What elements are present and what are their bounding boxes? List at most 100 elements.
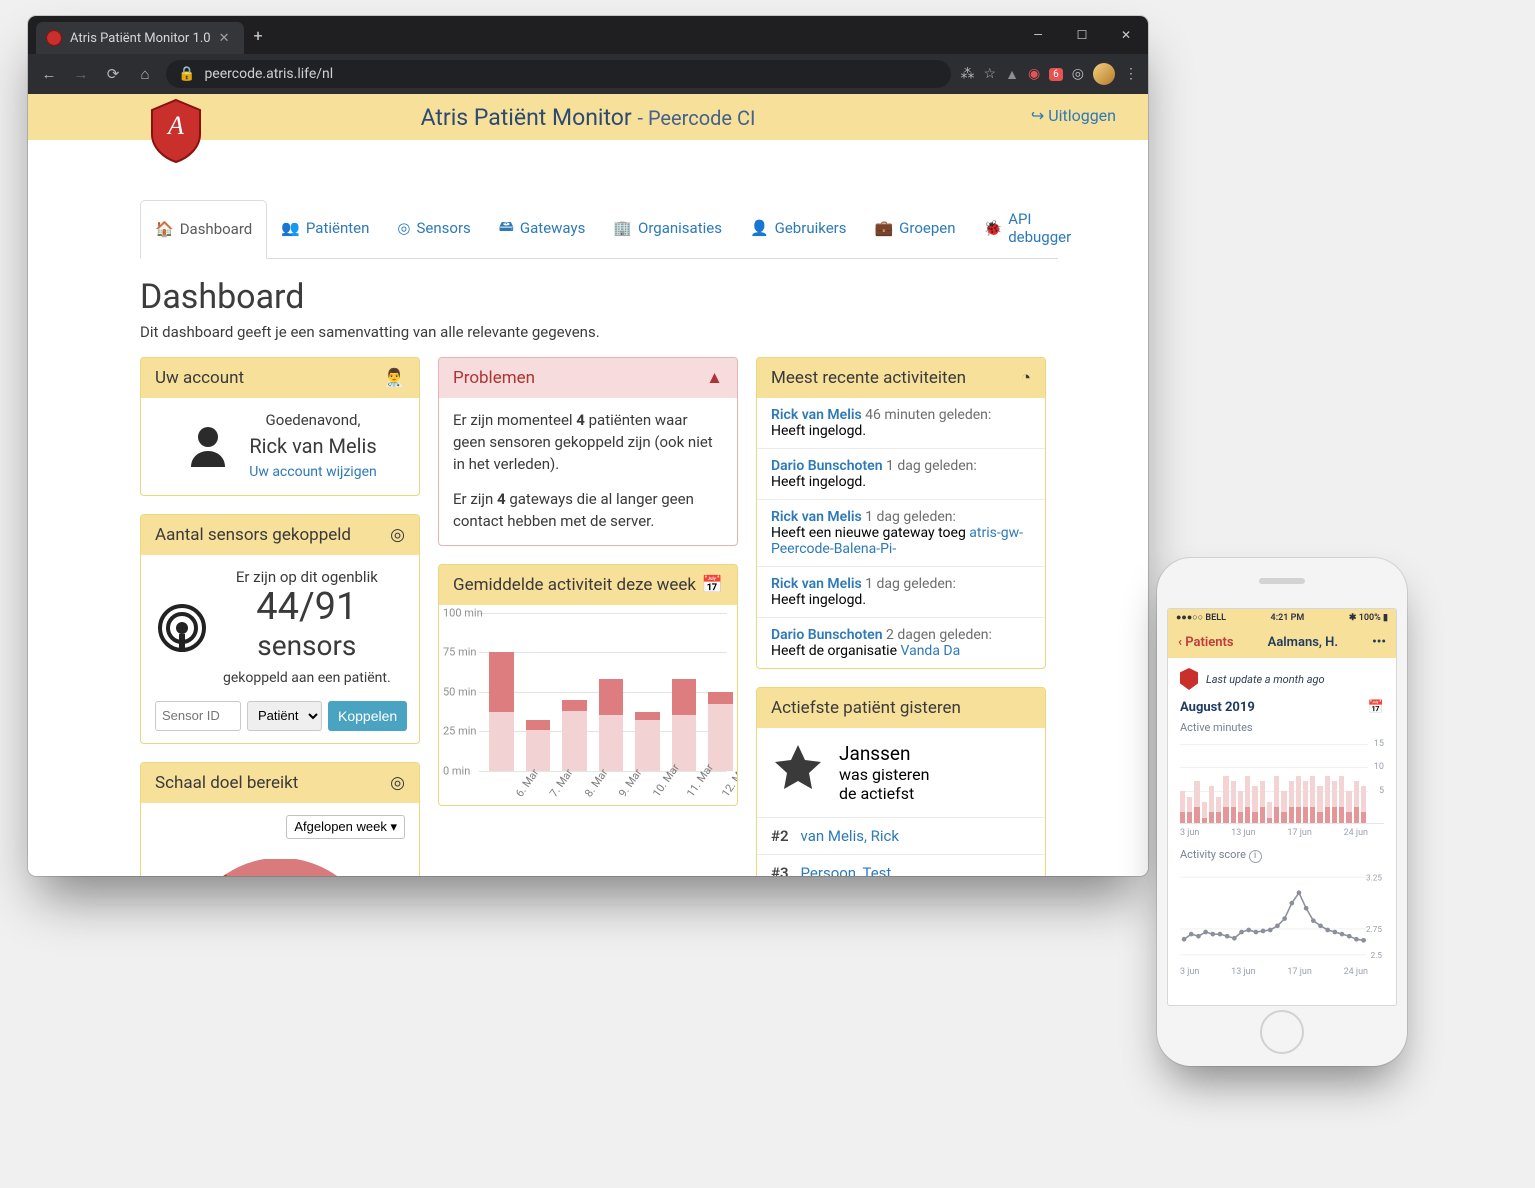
- tab-api-debugger[interactable]: 🐞API debugger: [970, 200, 1086, 258]
- patient-select[interactable]: Patiënt: [247, 701, 322, 731]
- tab-sensors[interactable]: ◎Sensors: [383, 200, 484, 258]
- new-tab-button[interactable]: +: [254, 26, 263, 45]
- tab-strip: Atris Patiënt Monitor 1.0 ✕ + — ☐ ✕: [28, 16, 1148, 54]
- rank-item[interactable]: #3Persoon, Test: [757, 854, 1045, 876]
- header-subtitle: Peercode CI: [648, 106, 755, 130]
- app-header: A Atris Patiënt Monitor - Peercode CI ↪ …: [28, 94, 1148, 140]
- rank-item[interactable]: #2van Melis, Rick: [757, 817, 1045, 854]
- tab-favicon: [46, 30, 62, 46]
- last-update-badge: Last update a month ago: [1180, 668, 1384, 690]
- page-subtitle: Dit dashboard geeft je een samenvatting …: [140, 323, 1058, 341]
- phone-status-bar: ●●●○○ BELL 4:21 PM ✱ 100% ▮: [1168, 609, 1396, 626]
- activity-item: Dario Bunschoten 2 dagen geleden:Heeft d…: [757, 617, 1045, 668]
- gauge-icon: 🏠: [155, 220, 174, 238]
- tab-gateways[interactable]: 🖴Gateways: [485, 200, 600, 258]
- bug-icon: 🐞: [984, 219, 1003, 237]
- header-title: Atris Patiënt Monitor: [421, 104, 632, 131]
- activity-item: Rick van Melis 1 dag geleden:Heeft ingel…: [757, 566, 1045, 617]
- calendar-icon: 📅: [702, 575, 723, 595]
- panel-goal: Schaal doel bereikt◎ Afgelopen week ▾ Ne…: [140, 762, 420, 876]
- target-icon: ◎: [390, 773, 405, 793]
- server-icon: 🖴: [499, 216, 514, 241]
- office-icon: 🏢: [613, 219, 632, 237]
- tab-groups[interactable]: 💼Groepen: [860, 200, 969, 258]
- tab-dashboard[interactable]: 🏠Dashboard: [140, 200, 267, 259]
- browser-nav-bar: ← → ⟳ ⌂ 🔒 peercode.atris.life/nl ⁂ ☆ ▲ ◉…: [28, 54, 1148, 94]
- browser-tab[interactable]: Atris Patiënt Monitor 1.0 ✕: [36, 22, 244, 54]
- svg-text:3.25: 3.25: [1366, 872, 1382, 882]
- doctor-avatar-icon: [183, 421, 233, 471]
- translate-icon[interactable]: ⁂: [961, 66, 975, 82]
- svg-text:2.5: 2.5: [1371, 949, 1383, 959]
- tab-organisations[interactable]: 🏢Organisaties: [599, 200, 736, 258]
- minimize-button[interactable]: —: [1016, 16, 1060, 54]
- activity-item: Dario Bunschoten 1 dag geleden:Heeft ing…: [757, 448, 1045, 499]
- user-name: Rick van Melis: [249, 432, 376, 461]
- briefcase-icon: 💼: [874, 219, 893, 237]
- sensors-sub: gekoppeld aan een patiënt.: [223, 670, 391, 686]
- edit-account-link[interactable]: Uw account wijzigen: [249, 464, 376, 480]
- maximize-button[interactable]: ☐: [1060, 16, 1104, 54]
- users-icon: 👥: [281, 219, 300, 237]
- back-button[interactable]: ←: [38, 65, 60, 83]
- activity-item: Rick van Melis 46 minuten geleden:Heeft …: [757, 398, 1045, 448]
- ext-badge[interactable]: 6: [1049, 68, 1063, 81]
- star-icon[interactable]: ☆: [984, 66, 997, 82]
- url-text: peercode.atris.life/nl: [204, 66, 333, 82]
- window-controls: — ☐ ✕: [1016, 16, 1148, 54]
- rank-top-name: Janssen: [839, 742, 929, 765]
- tab-close-icon[interactable]: ✕: [219, 31, 230, 46]
- profile-avatar[interactable]: [1093, 63, 1115, 85]
- kebab-menu-icon[interactable]: ⋮: [1124, 66, 1138, 82]
- ext-red-icon[interactable]: ◉: [1028, 66, 1040, 82]
- info-icon[interactable]: i: [1249, 850, 1262, 863]
- broadcast-large-icon: [155, 601, 209, 655]
- nav-tabs: 🏠Dashboard 👥Patiënten ◎Sensors 🖴Gateways…: [140, 200, 1058, 259]
- logout-link[interactable]: ↪ Uitloggen: [1031, 106, 1116, 125]
- calendar-icon[interactable]: 📅: [1368, 700, 1384, 715]
- panel-sensors: Aantal sensors gekoppeld◎ Er zijn op dit…: [140, 514, 420, 744]
- tab-patients[interactable]: 👥Patiënten: [267, 200, 383, 258]
- forward-button[interactable]: →: [70, 65, 92, 83]
- activity-score-chart: 3.25 2.75 2.5: [1180, 867, 1384, 963]
- svg-text:2.75: 2.75: [1366, 924, 1382, 934]
- panel-avg-activity: Gemiddelde activiteit deze week📅 100 min…: [438, 564, 738, 806]
- svg-text:A: A: [166, 111, 184, 140]
- active-minutes-label: Active minutes: [1180, 721, 1384, 734]
- app-logo: A: [148, 98, 204, 164]
- sensors-count: 44/91: [223, 588, 391, 626]
- greeting: Goedenavond,: [249, 410, 376, 432]
- home-button[interactable]: ⌂: [134, 65, 156, 83]
- drive-icon[interactable]: ▲: [1005, 66, 1019, 83]
- sensor-id-input[interactable]: [155, 701, 241, 731]
- panel-rank: Actiefste patiënt gisteren Janssen was g…: [756, 687, 1046, 876]
- reload-button[interactable]: ⟳: [102, 65, 124, 83]
- avg-activity-chart: 100 min75 min50 min25 min0 min6. Mar7. M…: [439, 605, 737, 805]
- phone-nav-bar: ‹ Patients Aalmans, H. •••: [1168, 626, 1396, 658]
- activity-score-label: Activity score: [1180, 848, 1246, 861]
- broadcast-icon: ◎: [397, 219, 410, 237]
- doctor-icon: 👨‍⚕️: [384, 368, 405, 388]
- logout-icon: ↪: [1031, 106, 1044, 125]
- lock-icon: 🔒: [178, 66, 195, 82]
- tab-users[interactable]: 👤Gebruikers: [736, 200, 861, 258]
- goal-period-dropdown[interactable]: Afgelopen week ▾: [286, 815, 405, 839]
- phone-title: Aalmans, H.: [1268, 635, 1338, 650]
- panel-account: Uw account👨‍⚕️ Goedenavond, Rick van Mel…: [140, 357, 420, 496]
- close-window-button[interactable]: ✕: [1104, 16, 1148, 54]
- broadcast-icon: ◎: [390, 525, 405, 545]
- tab-title: Atris Patiënt Monitor 1.0: [70, 31, 211, 46]
- sensors-word: sensors: [223, 626, 391, 667]
- goal-donut-chart: Nee Ja: [180, 859, 380, 876]
- ext-gray-icon[interactable]: ◎: [1072, 66, 1084, 82]
- user-icon: 👤: [750, 219, 769, 237]
- warning-icon: ▲: [706, 368, 723, 388]
- month-label: August 2019: [1180, 700, 1255, 715]
- clock-icon: ◔: [1021, 368, 1031, 388]
- koppelen-button[interactable]: Koppelen: [328, 701, 407, 731]
- phone-back-button[interactable]: ‹ Patients: [1178, 635, 1234, 650]
- phone-more-icon[interactable]: •••: [1372, 635, 1386, 650]
- address-bar[interactable]: 🔒 peercode.atris.life/nl: [166, 60, 951, 88]
- panel-problems: Problemen▲ Er zijn momenteel 4 patiënten…: [438, 357, 738, 546]
- activity-item: Rick van Melis 1 dag geleden:Heeft een n…: [757, 499, 1045, 566]
